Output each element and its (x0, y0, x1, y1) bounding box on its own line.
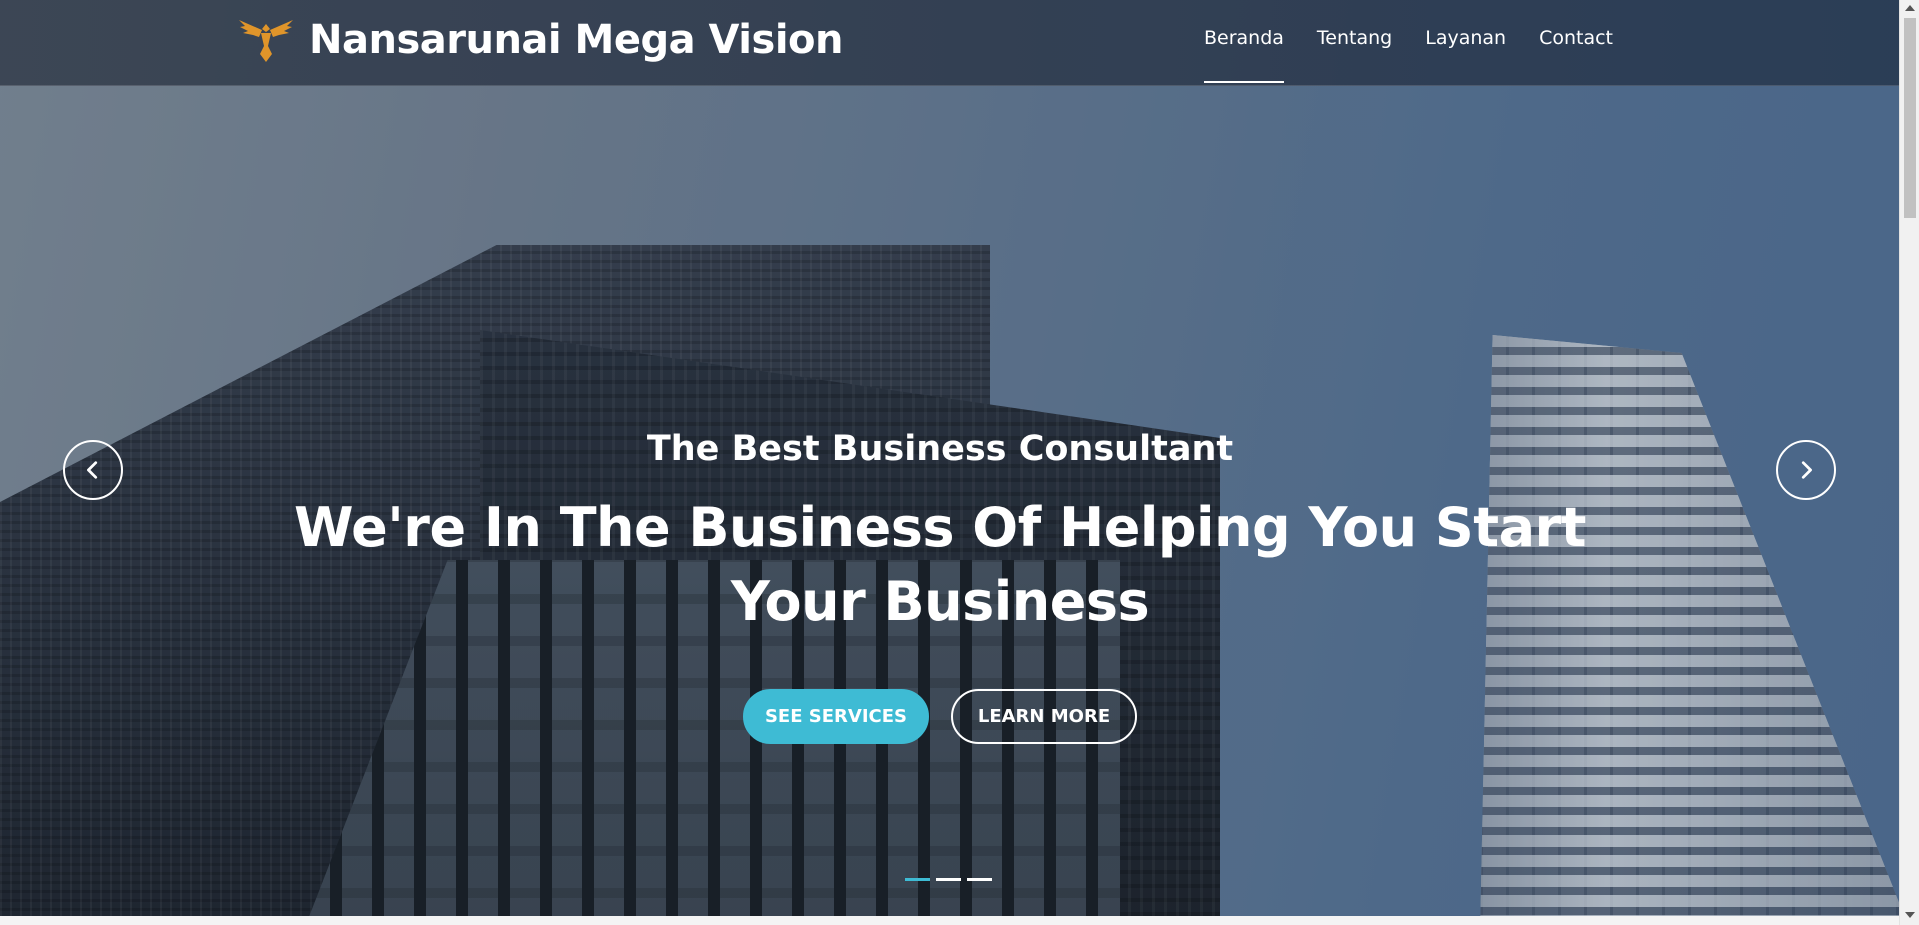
hero-content: The Best Business Consultant We're In Th… (200, 425, 1680, 744)
carousel-indicator-2[interactable] (936, 878, 961, 881)
carousel-indicator-3[interactable] (967, 878, 992, 881)
brand-name: Nansarunai Mega Vision (309, 16, 843, 63)
see-services-button[interactable]: SEE SERVICES (743, 689, 929, 744)
scrollbar-thumb[interactable] (1904, 18, 1916, 218)
scroll-down-icon[interactable] (1905, 912, 1915, 918)
carousel-indicator-1[interactable] (905, 878, 930, 881)
nav-item-beranda[interactable]: Beranda (1187, 0, 1300, 85)
eagle-logo-icon (239, 19, 293, 62)
page-bottom-edge (0, 916, 1899, 925)
carousel-indicators (905, 878, 992, 881)
brand-logo-link[interactable]: Nansarunai Mega Vision (237, 12, 843, 67)
hero-buttons: SEE SERVICES LEARN MORE (200, 689, 1680, 744)
nav-item-contact[interactable]: Contact (1522, 0, 1629, 85)
carousel-next-button[interactable] (1776, 440, 1836, 500)
vertical-scrollbar[interactable] (1899, 0, 1919, 925)
chevron-left-icon (87, 461, 98, 479)
nav-item-tentang[interactable]: Tentang (1300, 0, 1408, 85)
main-navigation: Beranda Tentang Layanan Contact (1187, 0, 1629, 85)
chevron-right-icon (1801, 461, 1812, 479)
nav-item-layanan[interactable]: Layanan (1408, 0, 1522, 85)
carousel-prev-button[interactable] (63, 440, 123, 500)
hero-title: We're In The Business Of Helping You Sta… (294, 496, 1586, 633)
learn-more-button[interactable]: LEARN MORE (951, 689, 1137, 744)
hero-subtitle: The Best Business Consultant (646, 429, 1234, 469)
site-header: Nansarunai Mega Vision Beranda Tentang L… (0, 0, 1899, 86)
scroll-up-icon[interactable] (1905, 5, 1915, 11)
page-viewport: The Best Business Consultant We're In Th… (0, 0, 1899, 916)
